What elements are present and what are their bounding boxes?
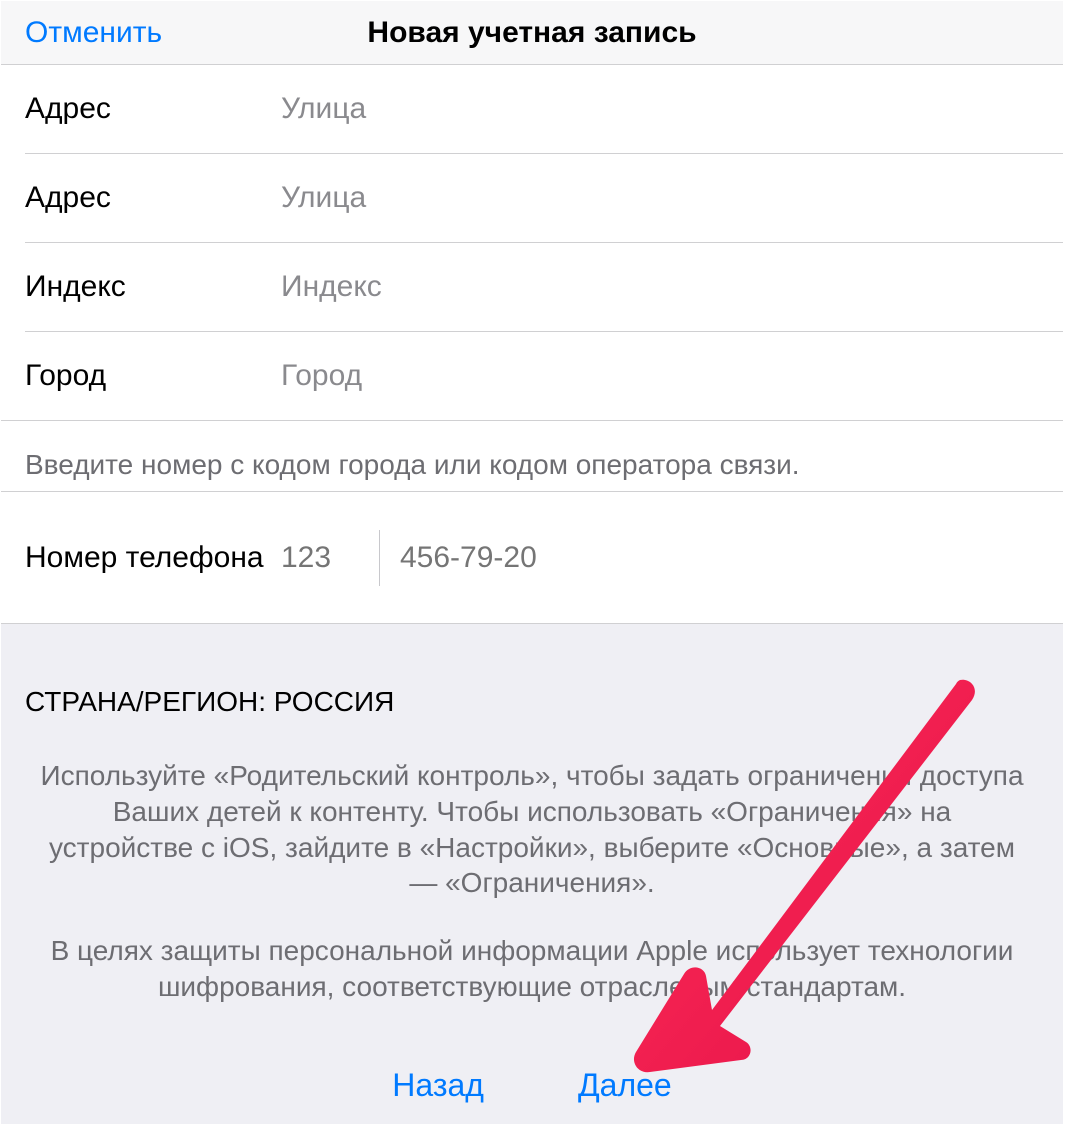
address2-input[interactable] — [281, 181, 1039, 215]
postal-input[interactable] — [281, 270, 1039, 304]
phone-separator — [379, 530, 380, 586]
address2-row: Адрес — [1, 154, 1063, 242]
address-form: Адрес Адрес Индекс Город Введите номер с… — [1, 65, 1063, 624]
city-input[interactable] — [281, 359, 1039, 393]
address1-label: Адрес — [25, 92, 281, 126]
phone-fields — [281, 530, 1039, 586]
city-row: Город — [1, 332, 1063, 420]
address1-row: Адрес — [1, 65, 1063, 153]
footer-buttons: Назад Далее — [1, 1067, 1063, 1104]
phone-number-input[interactable] — [400, 541, 1039, 575]
footer: СТРАНА/РЕГИОН: РОССИЯ Используйте «Родит… — [1, 624, 1063, 1124]
address2-label: Адрес — [25, 181, 281, 215]
page-title: Новая учетная запись — [367, 16, 696, 50]
city-label: Город — [25, 359, 281, 393]
address1-input[interactable] — [281, 92, 1039, 126]
phone-row: Номер телефона — [1, 492, 1063, 624]
footer-text-2: В целях защиты персональной информации A… — [25, 933, 1039, 1005]
footer-text-1: Используйте «Родительский контроль», что… — [25, 758, 1039, 901]
next-button[interactable]: Далее — [578, 1067, 672, 1104]
postal-label: Индекс — [25, 270, 281, 304]
phone-area-input[interactable] — [281, 541, 373, 575]
cancel-button[interactable]: Отменить — [25, 16, 162, 50]
region-label: СТРАНА/РЕГИОН: РОССИЯ — [25, 686, 1039, 718]
header: Отменить Новая учетная запись — [1, 1, 1063, 65]
phone-hint: Введите номер с кодом города или кодом о… — [1, 420, 1063, 491]
back-button[interactable]: Назад — [392, 1067, 484, 1104]
postal-row: Индекс — [1, 243, 1063, 331]
phone-label: Номер телефона — [25, 538, 281, 577]
